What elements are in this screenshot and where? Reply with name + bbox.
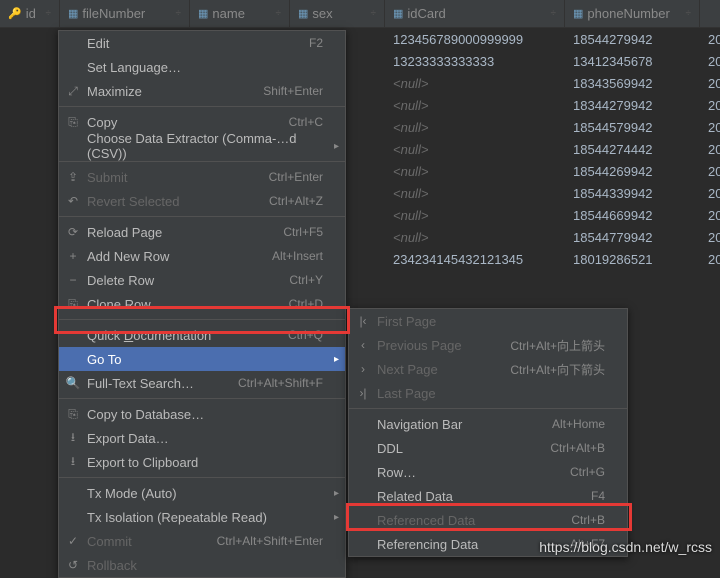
clone-icon: ⎘ [65,297,81,312]
cell-phone[interactable]: 18544669942 [565,208,700,223]
menu-export-clipboard[interactable]: ⭳Export to Clipboard [59,450,345,474]
menu-maximize[interactable]: ⤢MaximizeShift+Enter [59,79,345,103]
first-icon: |‹ [355,314,371,328]
menu-choose-extractor[interactable]: Choose Data Extractor (Comma-…d (CSV))▸ [59,134,345,158]
cell-phone[interactable]: 18544274442 [565,142,700,157]
menu-full-text-search[interactable]: 🔍Full-Text Search…Ctrl+Alt+Shift+F [59,371,345,395]
submenu-related-data[interactable]: Related DataF4 [349,484,627,508]
menu-reload[interactable]: ⟳Reload PageCtrl+F5 [59,220,345,244]
column-icon: ▦ [68,7,78,20]
revert-icon: ↶ [65,194,81,208]
column-icon: ▦ [298,7,308,20]
watermark: https://blog.csdn.net/w_rcss [539,539,712,555]
search-icon: 🔍 [65,376,81,390]
submenu-nav-bar[interactable]: Navigation BarAlt+Home [349,412,627,436]
cell-idcard[interactable]: <null> [385,120,565,135]
reload-icon: ⟳ [65,225,81,239]
submenu-next-page: ›Next PageCtrl+Alt+向下箭头 [349,357,627,381]
col-fileNumber[interactable]: ▦fileNumber÷ [60,0,190,27]
cell-idcard[interactable]: <null> [385,208,565,223]
arrow-icon: ▸ [334,512,339,523]
last-icon: ›| [355,386,371,400]
col-sex[interactable]: ▦sex÷ [290,0,385,27]
menu-clone-row[interactable]: ⎘Clone RowCtrl+D [59,292,345,316]
cell-idcard[interactable]: <null> [385,230,565,245]
cell-phone[interactable]: 18343569942 [565,76,700,91]
column-icon: ▦ [573,7,583,20]
copy-db-icon: ⎘ [65,407,81,422]
col-idCard[interactable]: ▦idCard÷ [385,0,565,27]
cell-phone[interactable]: 18344279942 [565,98,700,113]
menu-tx-isolation[interactable]: Tx Isolation (Repeatable Read)▸ [59,505,345,529]
prev-icon: ‹ [355,338,371,352]
arrow-icon: ▸ [334,354,339,365]
delete-icon: − [65,273,81,287]
goto-submenu: |‹First Page ‹Previous PageCtrl+Alt+向上箭头… [348,308,628,557]
column-icon: ▦ [198,7,208,20]
col-name[interactable]: ▦name÷ [190,0,290,27]
menu-export-data[interactable]: ⭳Export Data… [59,426,345,450]
menu-set-language[interactable]: Set Language… [59,55,345,79]
cell-idcard[interactable]: 123456789000999999 [385,32,565,47]
submenu-referenced-data: Referenced DataCtrl+B [349,508,627,532]
menu-edit[interactable]: EditF2 [59,31,345,55]
cell-phone[interactable]: 13412345678 [565,54,700,69]
next-icon: › [355,362,371,376]
add-icon: + [65,249,81,263]
column-icon: ▦ [393,7,403,20]
export-icon: ⭳ [65,428,81,449]
cell-phone[interactable]: 18544779942 [565,230,700,245]
cell-phone[interactable]: 18544339942 [565,186,700,201]
cell-idcard[interactable]: <null> [385,98,565,113]
arrow-icon: ▸ [334,141,339,152]
menu-copy-to-db[interactable]: ⎘Copy to Database… [59,402,345,426]
menu-go-to[interactable]: Go To▸ [59,347,345,371]
commit-icon: ✓ [65,534,81,548]
export-icon: ⭳ [65,452,81,473]
menu-add-row[interactable]: +Add New RowAlt+Insert [59,244,345,268]
menu-delete-row[interactable]: −Delete RowCtrl+Y [59,268,345,292]
table-header: 🔑id÷ ▦fileNumber÷ ▦name÷ ▦sex÷ ▦idCard÷ … [0,0,720,28]
cell-phone[interactable]: 18544579942 [565,120,700,135]
cell-phone[interactable]: 18544279942 [565,32,700,47]
cell-phone[interactable]: 18019286521 [565,252,700,267]
cell-idcard[interactable]: <null> [385,142,565,157]
cell-idcard[interactable]: <null> [385,76,565,91]
menu-submit: ⇪SubmitCtrl+Enter [59,165,345,189]
menu-commit: ✓CommitCtrl+Alt+Shift+Enter [59,529,345,553]
copy-icon: ⎘ [65,115,81,130]
submenu-ddl[interactable]: DDLCtrl+Alt+B [349,436,627,460]
db-icon: ⇪ [65,170,81,184]
menu-tx-mode[interactable]: Tx Mode (Auto)▸ [59,481,345,505]
rollback-icon: ↺ [65,558,81,572]
cell-idcard[interactable]: <null> [385,186,565,201]
cell-idcard[interactable]: <null> [385,164,565,179]
submenu-row[interactable]: Row…Ctrl+G [349,460,627,484]
menu-quick-doc[interactable]: Quick DocumentationCtrl+Q [59,323,345,347]
menu-rollback: ↺Rollback [59,553,345,577]
context-menu: EditF2 Set Language… ⤢MaximizeShift+Ente… [58,30,346,578]
submenu-prev-page: ‹Previous PageCtrl+Alt+向上箭头 [349,333,627,357]
cell-phone[interactable]: 18544269942 [565,164,700,179]
submenu-first-page: |‹First Page [349,309,627,333]
arrow-icon: ▸ [334,488,339,499]
cell-idcard[interactable]: 234234145432121345 [385,252,565,267]
col-phoneNumber[interactable]: ▦phoneNumber÷ [565,0,700,27]
menu-revert: ↶Revert SelectedCtrl+Alt+Z [59,189,345,213]
maximize-icon: ⤢ [65,84,81,99]
key-icon: 🔑 [8,7,22,20]
submenu-last-page: ›|Last Page [349,381,627,405]
col-id[interactable]: 🔑id÷ [0,0,60,27]
cell-idcard[interactable]: 13233333333333 [385,54,565,69]
